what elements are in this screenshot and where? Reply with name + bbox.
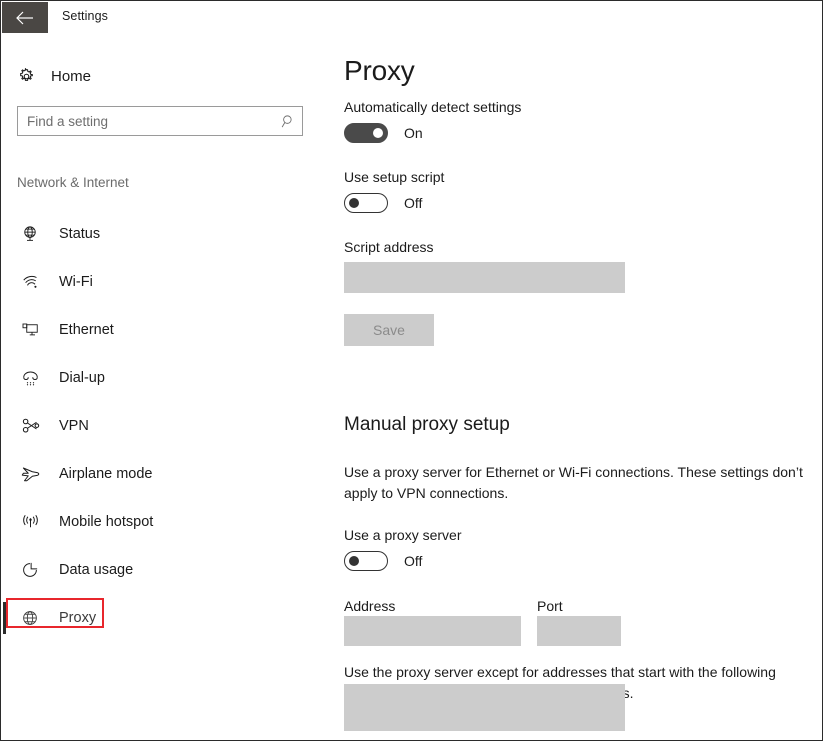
sidebar-item-wifi-label: Wi-Fi bbox=[59, 274, 93, 290]
sidebar-item-ethernet[interactable]: Ethernet bbox=[1, 306, 321, 354]
address-input[interactable] bbox=[344, 616, 521, 646]
selection-indicator bbox=[3, 602, 6, 634]
airplane-icon bbox=[17, 465, 43, 483]
gear-icon bbox=[9, 67, 43, 85]
sidebar-item-vpn-label: VPN bbox=[59, 418, 89, 434]
setup-script-toggle-row: Off bbox=[344, 193, 422, 213]
setup-script-toggle[interactable] bbox=[344, 193, 388, 213]
toggle-knob bbox=[349, 556, 359, 566]
window-title: Settings bbox=[62, 9, 108, 23]
title-bar: Settings bbox=[1, 1, 822, 33]
ethernet-icon bbox=[17, 321, 43, 339]
use-proxy-state: Off bbox=[404, 553, 423, 569]
exceptions-textarea[interactable] bbox=[344, 684, 625, 731]
auto-detect-label: Automatically detect settings bbox=[344, 99, 522, 115]
sidebar: Home Find a setting Network & Internet S… bbox=[1, 34, 321, 740]
settings-window: Settings Home Find a setting Network & I… bbox=[0, 0, 823, 741]
hotspot-icon bbox=[17, 513, 43, 531]
use-proxy-toggle-row: Off bbox=[344, 551, 422, 571]
search-icon[interactable] bbox=[274, 114, 302, 129]
back-arrow-icon bbox=[16, 11, 33, 24]
toggle-knob bbox=[349, 198, 359, 208]
sidebar-item-airplane-mode[interactable]: Airplane mode bbox=[1, 450, 321, 498]
save-button[interactable]: Save bbox=[344, 314, 434, 346]
manual-proxy-heading: Manual proxy setup bbox=[344, 414, 510, 435]
sidebar-item-proxy[interactable]: Proxy bbox=[1, 594, 321, 642]
sidebar-nav-list: Status Wi-Fi Ethernet Dial-up VPN Airpla… bbox=[1, 210, 321, 642]
sidebar-item-proxy-label: Proxy bbox=[59, 610, 97, 626]
sidebar-group-title: Network & Internet bbox=[17, 175, 129, 190]
dialup-phone-icon bbox=[17, 369, 43, 387]
sidebar-item-data-usage-label: Data usage bbox=[59, 562, 134, 578]
sidebar-item-status[interactable]: Status bbox=[1, 210, 321, 258]
page-title: Proxy bbox=[344, 55, 415, 86]
toggle-knob bbox=[373, 128, 383, 138]
sidebar-item-vpn[interactable]: VPN bbox=[1, 402, 321, 450]
sidebar-item-wifi[interactable]: Wi-Fi bbox=[1, 258, 321, 306]
main-content: Proxy Automatically detect settings On U… bbox=[321, 34, 822, 740]
auto-detect-toggle[interactable] bbox=[344, 123, 388, 143]
use-proxy-toggle[interactable] bbox=[344, 551, 388, 571]
globe-network-icon bbox=[17, 225, 43, 243]
sidebar-item-mobile-hotspot-label: Mobile hotspot bbox=[59, 514, 154, 530]
manual-proxy-description: Use a proxy server for Ethernet or Wi-Fi… bbox=[344, 464, 803, 501]
use-proxy-label: Use a proxy server bbox=[344, 527, 462, 543]
globe-icon bbox=[17, 609, 43, 627]
setup-script-label: Use setup script bbox=[344, 169, 445, 185]
search-placeholder: Find a setting bbox=[27, 113, 109, 129]
vpn-key-icon bbox=[17, 417, 43, 435]
sidebar-item-dialup[interactable]: Dial-up bbox=[1, 354, 321, 402]
back-button[interactable] bbox=[2, 2, 48, 33]
auto-detect-toggle-row: On bbox=[344, 123, 423, 143]
sidebar-item-home[interactable]: Home bbox=[9, 59, 309, 93]
port-input[interactable] bbox=[537, 616, 621, 646]
sidebar-item-airplane-mode-label: Airplane mode bbox=[59, 466, 153, 482]
wifi-icon bbox=[17, 273, 43, 291]
script-address-input[interactable] bbox=[344, 262, 625, 293]
auto-detect-state: On bbox=[404, 125, 423, 141]
sidebar-item-ethernet-label: Ethernet bbox=[59, 322, 114, 338]
pie-chart-icon bbox=[17, 561, 43, 579]
port-label: Port bbox=[537, 598, 563, 614]
address-label: Address bbox=[344, 598, 396, 614]
search-input[interactable]: Find a setting bbox=[17, 106, 303, 136]
sidebar-item-mobile-hotspot[interactable]: Mobile hotspot bbox=[1, 498, 321, 546]
script-address-label: Script address bbox=[344, 239, 434, 255]
setup-script-state: Off bbox=[404, 195, 423, 211]
sidebar-item-dialup-label: Dial-up bbox=[59, 370, 105, 386]
sidebar-item-home-label: Home bbox=[51, 67, 92, 85]
sidebar-item-data-usage[interactable]: Data usage bbox=[1, 546, 321, 594]
sidebar-item-status-label: Status bbox=[59, 226, 101, 242]
